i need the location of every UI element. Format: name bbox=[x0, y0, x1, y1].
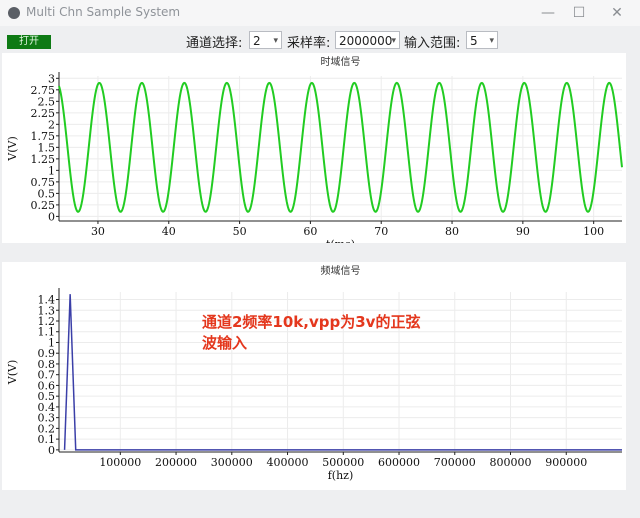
y-axis-label: V(V) bbox=[6, 136, 19, 161]
y-tick-label: 2.75 bbox=[31, 84, 56, 97]
x-tick-label: 400000 bbox=[267, 456, 309, 469]
x-tick-label: 200000 bbox=[155, 456, 197, 469]
time-domain-chart: 时域信号 00.250.50.7511.251.51.7522.252.52.75… bbox=[6, 55, 623, 251]
x-tick-label: 100 bbox=[583, 225, 604, 238]
annotation-text: 通道2频率10k,vpp为3v的正弦波输入 bbox=[202, 313, 421, 352]
y-tick-label: 1.75 bbox=[31, 130, 56, 143]
right-margin bbox=[626, 53, 640, 490]
x-axis-label: f(hz) bbox=[328, 469, 354, 482]
chevron-down-icon: ▾ bbox=[489, 36, 494, 46]
y-tick-label: 1 bbox=[48, 164, 55, 177]
x-tick-label: 900000 bbox=[545, 456, 587, 469]
x-tick-label: 500000 bbox=[322, 456, 364, 469]
status-bar bbox=[0, 490, 640, 518]
x-tick-label: 300000 bbox=[211, 456, 253, 469]
y-tick-label: 1.4 bbox=[38, 294, 56, 307]
x-tick-label: 700000 bbox=[434, 456, 476, 469]
sample-rate-label: 采样率: bbox=[287, 36, 331, 51]
window-title: Multi Chn Sample System bbox=[26, 5, 181, 19]
input-range-label: 输入范围: bbox=[404, 36, 461, 51]
frequency-domain-panel: 频域信号 0 0.1 0.2 0.3 0.4 0.5 0.6 0.7 0.8 0.9 1 1.1 1.2 1… bbox=[2, 262, 626, 490]
chevron-down-icon: ▾ bbox=[391, 36, 396, 46]
input-range-select[interactable]: 5 ▾ bbox=[466, 31, 498, 49]
y-tick-label: 0 bbox=[48, 210, 55, 223]
close-button[interactable]: ✕ bbox=[603, 3, 631, 23]
channel-label: 通道选择: bbox=[186, 36, 243, 51]
y-tick-label: 0.25 bbox=[31, 199, 56, 212]
y-axis-label: V(V) bbox=[6, 360, 19, 385]
sample-rate-select-value: 2000000 bbox=[339, 34, 393, 48]
maximize-button[interactable]: ☐ bbox=[565, 3, 593, 23]
frequency-domain-chart: 频域信号00.10.20.30.40.50.60.70.80.911.11.21… bbox=[6, 264, 622, 482]
x-tick-label: 40 bbox=[162, 225, 176, 238]
y-tick-label: 2.25 bbox=[31, 107, 56, 120]
chart-title: 频域信号 bbox=[321, 264, 361, 277]
x-tick-label: 70 bbox=[374, 225, 388, 238]
x-tick-label: 600000 bbox=[378, 456, 420, 469]
sample-rate-select[interactable]: 2000000 ▾ bbox=[335, 31, 400, 49]
y-tick-label: 2.5 bbox=[38, 95, 56, 108]
x-tick-label: 100000 bbox=[99, 456, 141, 469]
app-icon bbox=[8, 7, 20, 19]
chart-title: 时域信号 bbox=[321, 55, 361, 68]
panel-splitter[interactable] bbox=[0, 244, 640, 262]
y-tick-label: 0.5 bbox=[38, 187, 56, 200]
app-window: Multi Chn Sample System — ☐ ✕ 打开 通道选择: 2… bbox=[0, 0, 640, 518]
x-tick-label: 80 bbox=[445, 225, 459, 238]
x-tick-label: 60 bbox=[303, 225, 317, 238]
input-range-select-value: 5 bbox=[470, 34, 478, 48]
channel-select-value: 2 bbox=[253, 34, 261, 48]
y-tick-label: 3 bbox=[48, 72, 55, 85]
x-axis-label: t(ms) bbox=[326, 238, 355, 243]
title-bar: Multi Chn Sample System — ☐ ✕ bbox=[0, 0, 640, 26]
time-domain-panel: 时域信号 0 0.25 0.5 0.75 1 1.25 1.5 1.75 2 2.25 2.5 2.75… bbox=[2, 53, 626, 251]
y-tick-label: 1.25 bbox=[31, 153, 56, 166]
x-tick-label: 30 bbox=[91, 225, 105, 238]
y-tick-label: 1.5 bbox=[38, 141, 56, 154]
y-tick-label: 0.75 bbox=[31, 176, 56, 189]
open-button[interactable]: 打开 bbox=[7, 35, 51, 49]
x-tick-label: 50 bbox=[233, 225, 247, 238]
channel-select[interactable]: 2 ▾ bbox=[249, 31, 282, 49]
x-tick-label: 90 bbox=[516, 225, 530, 238]
minimize-button[interactable]: — bbox=[534, 3, 562, 23]
chevron-down-icon: ▾ bbox=[273, 36, 278, 46]
y-tick-label: 2 bbox=[48, 118, 55, 131]
x-tick-label: 800000 bbox=[490, 456, 532, 469]
toolbar: 打开 通道选择: 2 ▾ 采样率: 2000000 ▾ 输入范围: 5 ▾ bbox=[0, 26, 640, 54]
